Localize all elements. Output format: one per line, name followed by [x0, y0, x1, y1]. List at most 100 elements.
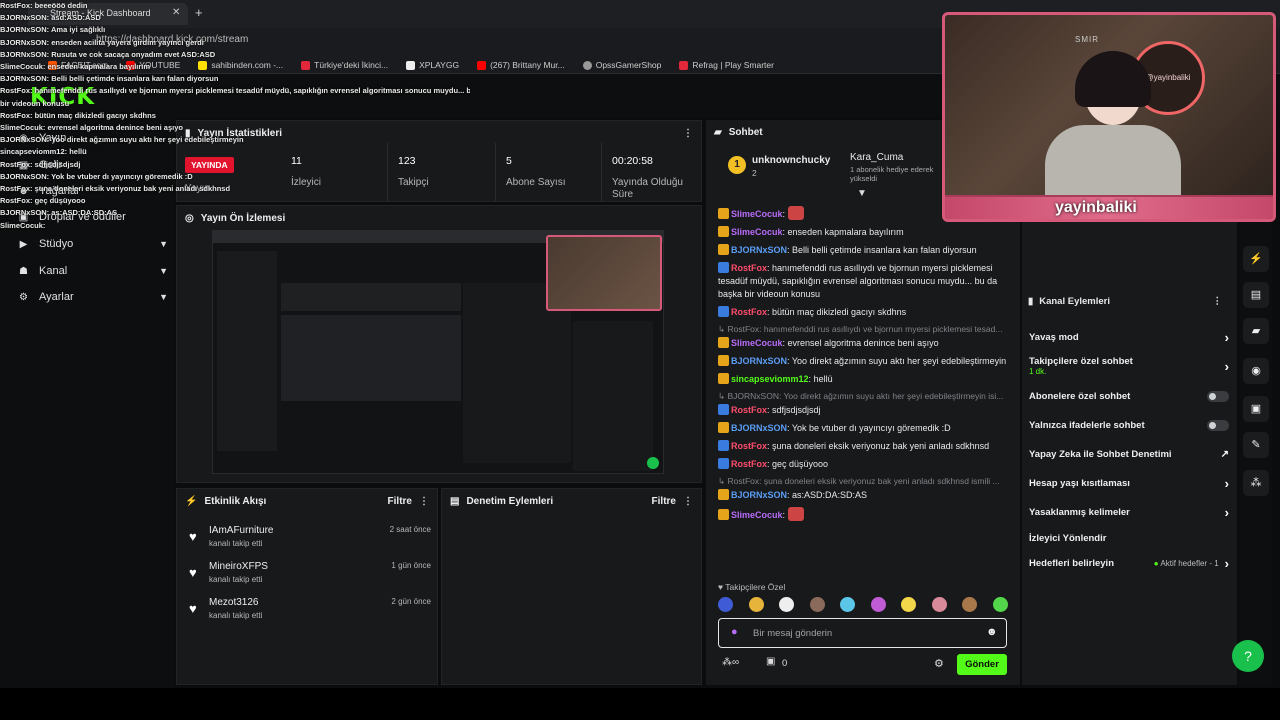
chat-settings-gear-icon[interactable]: ⚙ [934, 657, 944, 670]
emotes-only-toggle[interactable] [1207, 419, 1229, 431]
sidebar-item-ayarlar[interactable]: ⚙ Ayarlar ▼ [18, 287, 168, 307]
chat-username[interactable]: SlimeCocuk [731, 338, 783, 348]
overlay-chat-line: sincapseviomm12: hellü [0, 147, 87, 157]
emote-icon[interactable] [992, 597, 1008, 612]
badge-icon [718, 404, 729, 415]
chat-message-list[interactable]: SlimeCocuk: SlimeCocuk: enseden kapmalar… [718, 206, 1010, 576]
collapse-icon[interactable]: ▼ [857, 188, 867, 199]
overlay-chat-line: RostFox: beeeööö dedin [0, 1, 88, 10]
chat-reply-preview[interactable]: ↳ RostFox: şuna doneleri eksik veriyonuz… [718, 476, 1010, 487]
emote-icon[interactable] [748, 597, 764, 612]
chat-message[interactable]: RostFox: sdfjsdjsdjsdj [718, 404, 1010, 417]
slow-mode-row[interactable]: Yavaş mod › [1029, 326, 1229, 348]
chat-message[interactable]: RostFox: geç düşüyooo [718, 458, 1010, 471]
goals-status-text: Aktif hedefler - 1 [1160, 558, 1219, 568]
activity-filter-button[interactable]: Filtre [388, 496, 412, 507]
ai-moderation-row[interactable]: Yapay Zeka ile Sohbet Denetimi ↗ [1029, 443, 1229, 465]
send-button[interactable]: Gönder [957, 654, 1007, 675]
stat-duration: 00:20:58 Yayında Olduğu Süre [601, 143, 701, 201]
more-icon[interactable]: ⋮ [1213, 296, 1223, 307]
broadcast-signal-icon[interactable]: ◉ [1243, 358, 1269, 384]
chat-bubble-icon[interactable]: ▰ [1243, 318, 1269, 344]
notes-icon[interactable]: ▤ [1243, 282, 1269, 308]
sidebar-item-kanal[interactable]: ☗ Kanal ▼ [18, 261, 168, 281]
activity-item: ♥ IAmAFurniture kanalı takip etti 2 saat ön… [185, 525, 431, 559]
emote-icon[interactable] [809, 597, 825, 612]
followers-only-row[interactable]: Takipçilere özel sohbet 1 dk. › [1029, 354, 1229, 378]
activity-username[interactable]: Mezot3126 [209, 597, 258, 608]
wrench-icon[interactable]: ✎ [1243, 432, 1269, 458]
chat-message[interactable]: sincapseviomm12: hellü [718, 373, 1010, 386]
chat-users-icon[interactable]: ⁂∞ [722, 657, 739, 668]
emote-icon[interactable] [870, 597, 886, 612]
preview-nested-video [281, 315, 461, 401]
badge-icon [718, 226, 729, 237]
chat-message[interactable]: BJORNxSON: Belli belli çetimde insanlara… [718, 244, 1010, 257]
activity-username[interactable]: IAmAFurniture [209, 525, 273, 536]
moderation-filter-button[interactable]: Filtre [652, 496, 676, 507]
raid-row[interactable]: İzleyici Yönlendir [1029, 527, 1229, 549]
chat-username[interactable]: SlimeCocuk [731, 209, 783, 219]
emote-icon[interactable] [931, 597, 947, 612]
account-age-row[interactable]: Hesap yaşı kısıtlaması › [1029, 472, 1229, 494]
emoji-icon[interactable]: ☻ [986, 626, 998, 638]
more-icon[interactable]: ⋮ [419, 496, 429, 507]
top-gifter-name[interactable]: unknownchucky [752, 155, 830, 166]
chat-text: evrensel algoritma denince beni aşıyo [787, 338, 939, 348]
chat-reply-preview[interactable]: ↳ BJORNxSON: Yoo direkt ağzımın suyu akt… [718, 391, 1010, 402]
chat-message[interactable]: RostFox: şuna doneleri eksik veriyonuz b… [718, 440, 1010, 453]
chat-username[interactable]: BJORNxSON [731, 423, 787, 433]
chat-text: bütün maç dikizledi gacıyı skdhns [772, 307, 907, 317]
more-icon[interactable]: ⋮ [683, 128, 693, 139]
chat-message[interactable]: BJORNxSON: as:ASD:DA:SD:AS [718, 489, 1010, 502]
stream-preview-video[interactable] [212, 230, 664, 474]
chat-message[interactable]: RostFox: bütün maç dikizledi gacıyı skdh… [718, 306, 1010, 319]
emote-icon[interactable] [962, 597, 978, 612]
emote-icon[interactable] [901, 597, 917, 612]
activity-item: ♥ MineiroXFPS kanalı takip etti 1 gün önce [185, 561, 431, 595]
chat-message[interactable]: RostFox: hanımefenddi rus asıllıydı ve b… [718, 262, 1010, 301]
help-icon[interactable]: ? [1232, 640, 1264, 672]
chat-username[interactable]: RostFox [731, 405, 767, 415]
chat-username[interactable]: RostFox [731, 441, 767, 451]
chat-message[interactable]: SlimeCocuk: enseden kapmalara bayılırım [718, 226, 1010, 239]
emote-icon[interactable] [840, 597, 856, 612]
activity-username[interactable]: MineiroXFPS [209, 561, 268, 572]
chat-message-input[interactable]: ● Bir mesaj gönderin ☻ [718, 618, 1007, 648]
chat-username[interactable]: sincapseviomm12 [731, 374, 809, 384]
chat-username[interactable]: RostFox [731, 459, 767, 469]
chat-username[interactable]: BJORNxSON [731, 245, 787, 255]
chevron-right-icon: › [1224, 475, 1229, 491]
chat-username[interactable]: SlimeCocuk [731, 510, 783, 520]
chat-message[interactable]: BJORNxSON: Yok be vtuber dı yayıncıyı gö… [718, 422, 1010, 435]
chat-username[interactable]: RostFox [731, 307, 767, 317]
row-label: Takipçilere özel sohbet [1029, 356, 1133, 367]
chat-reply-preview[interactable]: ↳ RostFox: hanımefenddi rus asıllıydı ve… [718, 324, 1010, 335]
share-icon[interactable]: ⁂ [1243, 470, 1269, 496]
bookmark[interactable]: Refrag | Play Smarter [679, 57, 774, 73]
gifter-name[interactable]: Kara_Cuma [850, 152, 903, 163]
overlay-chat-line: BJORNxSON: enseden acilita yayera girdim… [0, 37, 204, 47]
chat-message[interactable]: SlimeCocuk: [718, 507, 1010, 522]
emote-icon[interactable] [718, 597, 733, 612]
chat-username[interactable]: BJORNxSON [731, 356, 787, 366]
goals-row[interactable]: Hedefleri belirleyin ● Aktif hedefler - 1… [1029, 552, 1229, 574]
overlay-chat-line: SlimeCocuk: evrensel algoritma denince b… [0, 123, 183, 133]
chat-colon: : [782, 209, 788, 219]
more-icon[interactable]: ⋮ [683, 496, 693, 507]
chat-message[interactable]: BJORNxSON: Yoo direkt ağzımın suyu aktı … [718, 355, 1010, 368]
chat-username[interactable]: BJORNxSON [731, 490, 787, 500]
microphone-icon[interactable]: ● [731, 626, 738, 638]
banned-words-row[interactable]: Yasaklanmış kelimeler › [1029, 501, 1229, 523]
layout-icon[interactable]: ▣ [1243, 396, 1269, 422]
lightning-icon[interactable]: ⚡ [1243, 246, 1269, 272]
bookmark[interactable]: (267) Brittany Mur... [477, 57, 565, 73]
emote-icon[interactable] [779, 597, 795, 612]
preview-webcam [546, 235, 662, 311]
chat-message[interactable]: SlimeCocuk: evrensel algoritma denince b… [718, 337, 1010, 350]
subscribers-only-toggle[interactable] [1207, 390, 1229, 402]
chat-username[interactable]: SlimeCocuk [731, 227, 783, 237]
bookmark[interactable]: OpssGamerShop [582, 57, 661, 73]
gift-icon[interactable]: ▣ [766, 656, 775, 667]
chat-username[interactable]: RostFox [731, 263, 767, 273]
